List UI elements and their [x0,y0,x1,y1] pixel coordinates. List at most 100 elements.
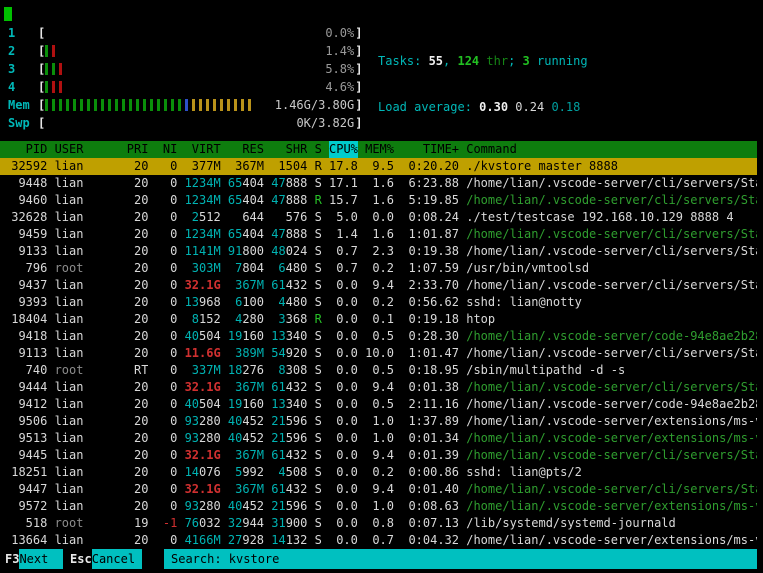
cell-pid: 9513 [4,430,47,447]
cell-state: S [315,294,322,311]
process-row[interactable]: 9444lian20032.1G367M61432S0.09.40:01.38/… [0,379,757,396]
mem-value-m: 367M [235,380,264,394]
process-row[interactable]: 9393lian2001396861004480S0.00.20:56.62ss… [0,294,757,311]
col-header-user[interactable]: USER [55,141,120,158]
cell-mem-percent: 1.6 [365,226,394,243]
cell-state: S [315,328,322,345]
mem-value-mb-part: 1 [278,159,285,173]
mem-value-kb-part: 508 [286,465,308,479]
cell-user: lian [55,226,120,243]
cpu4-meter-label: 4 [0,80,38,94]
cpu1-meter-bar: 0.0% [45,24,355,42]
mem-value-mb-part: 4 [278,465,285,479]
cell-cpu-percent: 15.7 [329,192,358,209]
process-row[interactable]: 18404lian200815242803368R0.00.10:19.18ht… [0,311,757,328]
process-row[interactable]: 9418lian200405041916013340S0.00.50:28.30… [0,328,757,345]
col-header-cpu[interactable]: CPU% [329,141,358,158]
cell-shr: 14132 [271,532,307,549]
cell-shr: 61432 [271,379,307,396]
cell-cpu-percent: 0.7 [329,260,358,277]
process-row[interactable]: 9459lian2001234M6540447888S1.41.61:01.87… [0,226,757,243]
cell-pri: RT [127,362,149,379]
cell-command: /home/lian/.vscode-server/cli/servers/St… [466,447,757,464]
cell-state: R [315,192,322,209]
cell-user: lian [55,396,120,413]
mem-tick [52,99,55,111]
cell-cpu-percent: 0.0 [329,498,358,515]
process-row[interactable]: 9113lian20011.6G389M54920S0.010.01:01.47… [0,345,757,362]
col-header-pid[interactable]: PID [4,141,47,158]
memory-meter-label: Mem [0,98,38,112]
cell-time: 0:56.62 [401,294,459,311]
f3-next-button[interactable]: Next [19,549,62,569]
cell-ni: 0 [156,362,178,379]
cell-time: 0:19.38 [401,243,459,260]
col-header-time[interactable]: TIME+ [401,141,459,158]
cell-state: S [315,209,322,226]
process-row[interactable]: 9513lian200932804045221596S0.01.00:01.34… [0,430,757,447]
cell-state: R [315,311,322,328]
process-row[interactable]: 9448lian2001234M6540447888S17.11.66:23.8… [0,175,757,192]
f3-key[interactable]: F3 [5,549,19,569]
mem-value-kb-part: 024 [286,244,308,258]
cell-cpu-percent: 0.0 [329,430,358,447]
process-row[interactable]: 740rootRT0337M182768308S0.00.50:18.95/sb… [0,362,757,379]
mem-value-kb-part: 432 [286,380,308,394]
mem-value-mb-part: 93 [185,431,199,445]
cell-state: S [315,345,322,362]
process-row[interactable]: 9412lian200405041916013340S0.00.52:11.16… [0,396,757,413]
mem-value-g: 32.1G [185,482,221,496]
mem-tick [192,99,195,111]
cell-time: 0:08.24 [401,209,459,226]
cell-ni: 0 [156,328,178,345]
mem-value-kb-part: 968 [199,295,221,309]
process-row[interactable]: 13664lian2004166M2792814132S0.00.70:04.3… [0,532,757,549]
cell-cpu-percent: 0.0 [329,447,358,464]
cell-command: /home/lian/.vscode-server/cli/servers/St… [466,379,757,396]
cell-res: 367M [228,481,264,498]
cell-user: lian [55,464,120,481]
cell-state: S [315,447,322,464]
col-header-mem[interactable]: MEM% [365,141,394,158]
cpu-tick [59,81,62,93]
cell-state: S [315,532,322,549]
process-row[interactable]: 9447lian20032.1G367M61432S0.09.40:01.40/… [0,481,757,498]
esc-cancel-button[interactable]: Cancel [92,549,143,569]
col-header-ni[interactable]: NI [156,141,178,158]
mem-value-m: 1234M [185,176,221,190]
esc-key[interactable]: Esc [70,549,92,569]
cell-time: 0:28.30 [401,328,459,345]
cell-time: 0:00.86 [401,464,459,481]
process-row[interactable]: 9572lian200932804045221596S0.01.00:08.63… [0,498,757,515]
cell-shr: 3368 [271,311,307,328]
process-row[interactable]: 32628lian2002512644576S5.00.00:08.24./te… [0,209,757,226]
col-header-pri[interactable]: PRI [127,141,149,158]
search-input[interactable]: Search: kvstore [164,549,757,569]
mem-value-m: 389M [235,346,264,360]
col-header-virt[interactable]: VIRT [185,141,221,158]
mem-value-kb-part: 804 [242,261,264,275]
process-row[interactable]: 9506lian200932804045221596S0.01.01:37.89… [0,413,757,430]
process-row[interactable]: 9437lian20032.1G367M61432S0.09.42:33.70/… [0,277,757,294]
col-header-s[interactable]: S [315,141,322,158]
process-row[interactable]: 18251lian2001407659924508S0.00.20:00.86s… [0,464,757,481]
cell-res: 644 [228,209,264,226]
process-row[interactable]: 796root200303M78046480S0.70.21:07.59/usr… [0,260,757,277]
col-header-res[interactable]: RES [228,141,264,158]
cell-state: S [315,226,322,243]
process-row[interactable]: 9445lian20032.1G367M61432S0.09.40:01.39/… [0,447,757,464]
process-row[interactable]: 9133lian2001141M9180048024S0.72.30:19.38… [0,243,757,260]
process-row[interactable]: 32592lian200377M367M1504R17.89.50:20.20.… [0,158,757,175]
process-row[interactable]: 518root19-1760323294431900S0.00.80:07.13… [0,515,757,532]
cell-cpu-percent: 17.1 [329,175,358,192]
memory-meter-bar: 1.46G/3.80G [45,96,355,114]
col-header-shr[interactable]: SHR [271,141,307,158]
cell-cpu-percent: 0.0 [329,311,358,328]
tasks-sep: , [443,54,457,68]
cell-pri: 20 [127,260,149,277]
mem-tick [227,99,230,111]
cpu4-meter: 4[4.6%] [0,78,370,96]
process-row[interactable]: 9460lian2001234M6540447888R15.71.65:19.8… [0,192,757,209]
cell-mem-percent: 1.6 [365,175,394,192]
col-header-command[interactable]: Command [466,141,757,158]
